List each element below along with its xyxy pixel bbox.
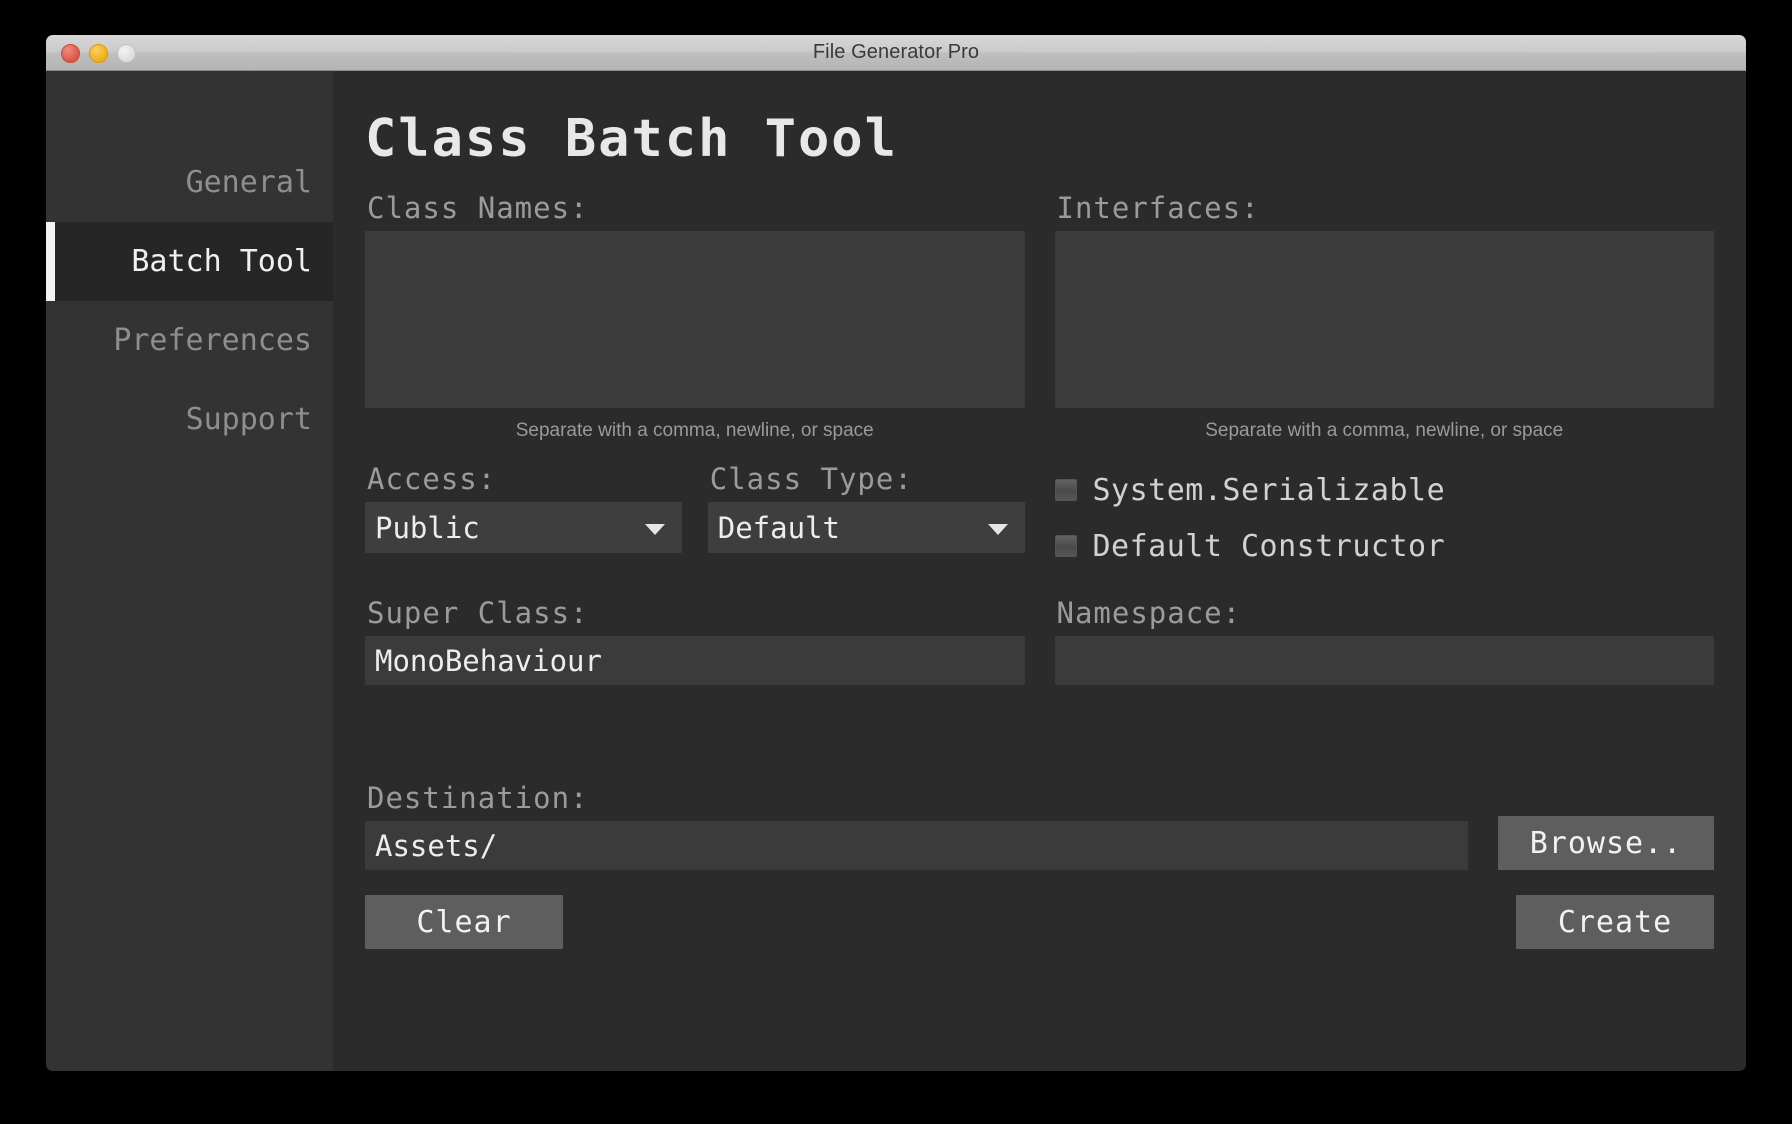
checkbox-icon[interactable]	[1054, 479, 1077, 501]
class-type-select-wrap: Default	[707, 502, 1025, 553]
interfaces-hint: Separate with a comma, newline, or space	[1205, 420, 1564, 441]
serializable-checkbox-row[interactable]: System.Serializable	[1054, 462, 1715, 518]
namespace-label: Namespace:	[1056, 596, 1242, 630]
access-select-wrap: Public	[365, 502, 682, 553]
access-select[interactable]: Public	[365, 502, 682, 553]
sidebar-item-general[interactable]: General	[46, 143, 333, 222]
sidebar-item-batch-tool[interactable]: Batch Tool	[46, 222, 333, 301]
options-row: Access: Public Class Type: Default Syste…	[365, 462, 1714, 574]
sidebar-item-label: Preferences	[113, 323, 312, 358]
interfaces-label: Interfaces:	[1056, 191, 1260, 225]
class-names-label: Class Names:	[367, 191, 589, 225]
class-type-group: Class Type: Default	[707, 462, 1025, 553]
checkbox-group: System.Serializable Default Constructor	[1054, 462, 1715, 574]
class-names-hint: Separate with a comma, newline, or space	[515, 420, 874, 441]
window-titlebar[interactable]: File Generator Pro	[46, 35, 1746, 71]
interfaces-group: Interfaces: Separate with a comma, newli…	[1054, 191, 1714, 442]
class-names-input[interactable]	[365, 231, 1025, 408]
minimize-window-button[interactable]	[89, 43, 108, 63]
destination-row: Destination: Browse..	[365, 781, 1714, 870]
interfaces-input[interactable]	[1054, 231, 1714, 408]
app-window: File Generator Pro General Batch Tool Pr…	[46, 35, 1746, 1071]
page-title: Class Batch Tool	[365, 109, 898, 169]
close-window-button[interactable]	[61, 43, 80, 63]
class-names-group: Class Names: Separate with a comma, newl…	[365, 191, 1025, 442]
destination-label: Destination:	[367, 781, 589, 815]
dropdowns-inner: Access: Public Class Type: Default	[365, 462, 1025, 553]
namespace-input[interactable]	[1054, 636, 1714, 685]
class-details-row: Super Class: Namespace:	[365, 596, 1714, 685]
main-content: Class Batch Tool Class Names: Separate w…	[333, 71, 1746, 1071]
checkbox-icon[interactable]	[1054, 535, 1077, 557]
access-value: Public	[375, 510, 480, 545]
screen: File Generator Pro General Batch Tool Pr…	[0, 0, 1792, 1124]
namespace-group: Namespace:	[1054, 596, 1714, 685]
maximize-window-button[interactable]	[117, 43, 136, 63]
class-type-label: Class Type:	[709, 462, 913, 496]
default-constructor-checkbox-row[interactable]: Default Constructor	[1054, 518, 1715, 574]
clear-button[interactable]: Clear	[365, 895, 563, 949]
sidebar-item-label: Batch Tool	[131, 244, 312, 279]
sidebar-item-preferences[interactable]: Preferences	[46, 301, 333, 380]
sidebar-item-support[interactable]: Support	[46, 380, 333, 459]
destination-input[interactable]	[365, 821, 1468, 870]
action-buttons-row: Clear Create	[365, 895, 1714, 949]
window-controls	[61, 35, 136, 71]
create-button[interactable]: Create	[1516, 895, 1714, 949]
window-title: File Generator Pro	[812, 41, 980, 63]
browse-button[interactable]: Browse..	[1498, 816, 1714, 870]
access-label: Access:	[367, 462, 497, 496]
destination-group: Destination:	[365, 781, 1468, 870]
class-type-value: Default	[717, 510, 840, 545]
super-class-input[interactable]	[365, 636, 1025, 685]
default-constructor-label: Default Constructor	[1092, 528, 1446, 564]
window-body: General Batch Tool Preferences Support C…	[46, 71, 1746, 1071]
class-type-select[interactable]: Default	[707, 502, 1025, 553]
sidebar-item-label: General	[185, 165, 312, 200]
sidebar: General Batch Tool Preferences Support	[46, 71, 333, 1071]
super-class-group: Super Class:	[365, 596, 1025, 685]
super-class-label: Super Class:	[367, 596, 589, 630]
serializable-label: System.Serializable	[1092, 472, 1446, 508]
access-group: Access: Public	[365, 462, 682, 553]
dropdowns-group: Access: Public Class Type: Default	[365, 462, 1025, 574]
text-areas-row: Class Names: Separate with a comma, newl…	[365, 191, 1714, 442]
sidebar-item-label: Support	[185, 402, 312, 437]
